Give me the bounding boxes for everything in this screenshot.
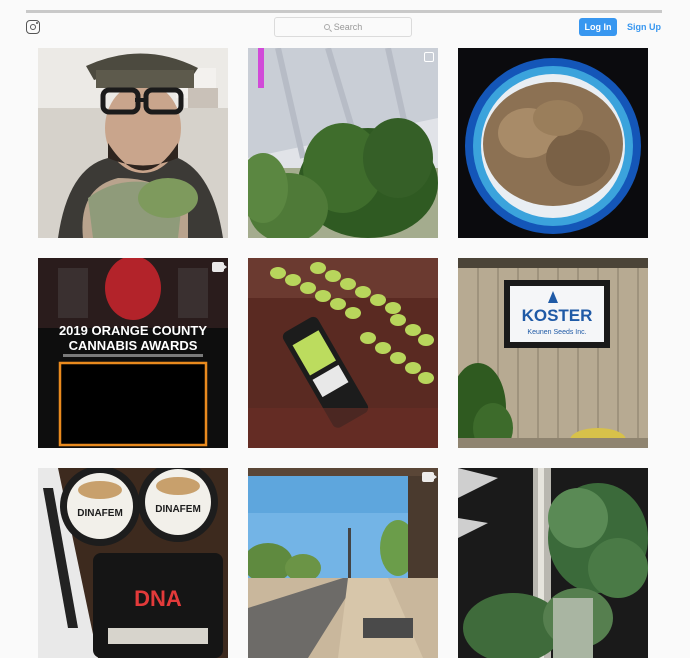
post-image — [458, 48, 648, 238]
video-icon — [212, 262, 227, 272]
post-image: 2019 ORANGE COUNTY CANNABIS AWARDS — [38, 258, 228, 448]
camera-lens — [29, 23, 36, 30]
post-image — [248, 468, 438, 658]
post-koster-sign-building[interactable]: KOSTER Keunen Seeds Inc. — [458, 258, 648, 448]
post-orange-county-cannabis-awards[interactable]: 2019 ORANGE COUNTY CANNABIS AWARDS — [38, 258, 228, 448]
camera-dot — [35, 22, 38, 25]
sign-sub-text: Keunen Seeds Inc. — [527, 329, 586, 336]
post-image — [248, 258, 438, 448]
box-label: DNA — [134, 586, 182, 611]
post-man-with-glasses-beanie[interactable] — [38, 48, 228, 238]
tin-a-label: DINAFEM — [77, 508, 123, 519]
instagram-camera-icon[interactable] — [26, 20, 40, 34]
post-cannabis-bud-blue-container[interactable] — [458, 48, 648, 238]
search-icon — [323, 24, 330, 30]
search-input[interactable]: Search — [274, 17, 412, 37]
header-bar: Search Log In Sign Up — [0, 13, 690, 43]
signup-link[interactable]: Sign Up — [627, 18, 661, 36]
post-dinafem-dna-seed-tins[interactable]: DINAFEM DINAFEM DNA — [38, 468, 228, 658]
post-image — [458, 468, 648, 658]
carousel-icon — [424, 52, 434, 62]
sign-main-text: KOSTER — [522, 306, 593, 325]
post-cannabis-packages-rows[interactable] — [248, 258, 438, 448]
post-desert-street-sidewalk[interactable] — [248, 468, 438, 658]
post-image: KOSTER Keunen Seeds Inc. — [458, 258, 648, 448]
post-cannabis-plant-on-tray[interactable] — [458, 468, 648, 658]
post-greenhouse-cannabis-plant[interactable] — [248, 48, 438, 238]
award-title-line1: 2019 ORANGE COUNTY — [59, 323, 207, 338]
post-image: DINAFEM DINAFEM DNA — [38, 468, 228, 658]
award-title-line2: CANNABIS AWARDS — [69, 338, 198, 353]
post-image — [248, 48, 438, 238]
video-icon — [422, 472, 437, 482]
tin-b-label: DINAFEM — [155, 504, 201, 515]
post-image — [38, 48, 228, 238]
login-button[interactable]: Log In — [579, 18, 617, 36]
search-placeholder: Search — [333, 22, 363, 32]
